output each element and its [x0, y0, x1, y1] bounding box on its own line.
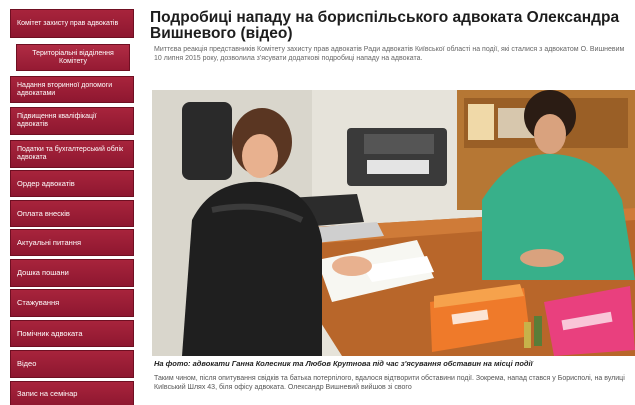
- sidebar-item-territorial-branches[interactable]: Територіальні відділення Комітету: [16, 44, 130, 71]
- sidebar-item-rights-committee[interactable]: Комітет захисту прав адвокатів: [10, 9, 134, 38]
- sidebar-item-label: Ордер адвокатів: [17, 178, 75, 188]
- article-main: Подробиці нападу на бориспільського адво…: [146, 0, 635, 405]
- sidebar-item-label: Комітет захисту прав адвокатів: [17, 19, 119, 27]
- sidebar-item-label: Податки та бухгалтерський облік адвоката: [17, 146, 124, 161]
- sidebar-nav: Комітет захисту прав адвокатів Територіа…: [0, 0, 138, 405]
- sidebar-item-label: Помічник адвоката: [17, 328, 83, 338]
- sidebar-item-video[interactable]: Відео: [10, 350, 134, 378]
- sidebar-item-order[interactable]: Ордер адвокатів: [10, 170, 134, 197]
- page-title: Подробиці нападу на бориспільського адво…: [150, 9, 620, 42]
- office-photo: [152, 90, 635, 356]
- sidebar-item-label: Запис на семінар: [17, 389, 78, 398]
- sidebar-item-label: Надання вторинної допомоги адвокатами: [17, 81, 113, 97]
- sidebar-item-label: Оплата внесків: [17, 208, 70, 218]
- sidebar-item-current-issues[interactable]: Актуальні питання: [10, 229, 134, 256]
- sidebar-item-honor-board[interactable]: Дошка пошани: [10, 259, 134, 287]
- sidebar-item-label: Підвищення кваліфікації адвокатів: [17, 113, 97, 128]
- sidebar-item-label: Дошка пошани: [17, 268, 69, 277]
- sidebar-item-label: Стажування: [17, 298, 60, 307]
- sidebar-item-label: Територіальні відділення Комітету: [32, 49, 114, 65]
- sidebar-item-label: Відео: [17, 359, 37, 368]
- sidebar-item-secondary-aid[interactable]: Надання вторинної допомоги адвокатами: [10, 76, 134, 103]
- article-body: Таким чином, після опитування свідків та…: [154, 375, 625, 391]
- photo-caption: На фото: адвокати Ганна Колесник та Любо…: [154, 359, 533, 368]
- sidebar-item-taxes-accounting[interactable]: Податки та бухгалтерський облік адвоката: [10, 140, 134, 168]
- article-photo: [152, 90, 635, 356]
- sidebar-item-seminar-signup[interactable]: Запис на семінар: [10, 381, 134, 405]
- sidebar-item-label: Актуальні питання: [17, 237, 82, 247]
- sidebar-item-qualification[interactable]: Підвищення кваліфікації адвокатів: [10, 107, 134, 135]
- article-intro: Миттєва реакція представників Комітету з…: [154, 46, 625, 62]
- sidebar-item-fees[interactable]: Оплата внесків: [10, 200, 134, 227]
- sidebar-item-assistant[interactable]: Помічник адвоката: [10, 320, 134, 347]
- sidebar-item-internship[interactable]: Стажування: [10, 289, 134, 317]
